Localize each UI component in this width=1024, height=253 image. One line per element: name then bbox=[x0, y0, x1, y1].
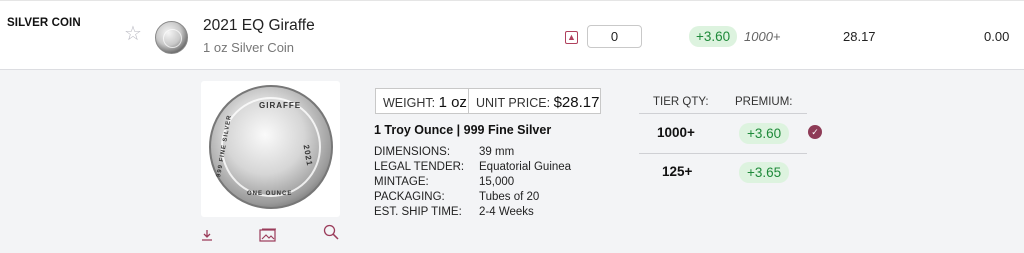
tier-premium-badge: +3.60 bbox=[739, 123, 790, 144]
premium-header: PREMIUM: bbox=[735, 96, 793, 108]
download-icon[interactable] bbox=[200, 228, 214, 244]
spec-label: PACKAGING: bbox=[374, 191, 445, 203]
unit-price-box: UNIT PRICE: $28.17 bbox=[469, 88, 601, 114]
weight-label: WEIGHT: bbox=[383, 96, 436, 110]
product-row: SILVER COIN ☆ 2021 EQ Giraffe 1 oz Silve… bbox=[0, 0, 1024, 70]
spec-label: DIMENSIONS: bbox=[374, 146, 451, 158]
coin-thumbnail[interactable] bbox=[155, 21, 188, 54]
quantity-input[interactable] bbox=[587, 25, 642, 48]
collapse-icon[interactable]: ▲ bbox=[565, 31, 578, 44]
coin-graphic: GIRAFFE 2021 ONE OUNCE 999 FINE SILVER bbox=[209, 85, 333, 209]
spec-value: 15,000 bbox=[479, 176, 515, 188]
coin-image[interactable]: GIRAFFE 2021 ONE OUNCE 999 FINE SILVER bbox=[201, 81, 340, 217]
tier-divider bbox=[639, 113, 807, 114]
image-gallery-icon[interactable] bbox=[259, 228, 277, 244]
star-icon[interactable]: ☆ bbox=[124, 24, 142, 44]
verified-check-icon: ✓ bbox=[808, 125, 822, 139]
tier-premium-badge: +3.65 bbox=[739, 162, 790, 183]
total-value: 0.00 bbox=[984, 29, 1010, 44]
spec-value: 39 mm bbox=[479, 146, 515, 158]
price-value: 28.17 bbox=[843, 29, 876, 44]
coin-engraving-bottom: ONE OUNCE bbox=[247, 191, 293, 197]
unit-price-value: $28.17 bbox=[553, 94, 600, 111]
category-label: SILVER COIN bbox=[7, 17, 81, 29]
spec-value: Tubes of 20 bbox=[479, 191, 540, 203]
weight-box: WEIGHT: 1 oz bbox=[375, 88, 469, 114]
spec-label: EST. SHIP TIME: bbox=[374, 206, 462, 218]
premium-badge: +3.60 bbox=[689, 26, 738, 47]
product-heading: 1 Troy Ounce | 999 Fine Silver bbox=[374, 123, 552, 137]
spec-label: MINTAGE: bbox=[374, 176, 429, 188]
tier-label: 1000+ bbox=[744, 29, 781, 44]
spec-value: Equatorial Guinea bbox=[479, 161, 572, 173]
weight-value: 1 oz bbox=[438, 94, 467, 111]
magnifier-icon[interactable] bbox=[323, 224, 339, 242]
product-name[interactable]: 2021 EQ Giraffe bbox=[203, 17, 315, 35]
spec-value: 2-4 Weeks bbox=[479, 206, 534, 218]
unit-price-label: UNIT PRICE: bbox=[476, 96, 551, 110]
tier-qty: 1000+ bbox=[657, 125, 695, 140]
coin-engraving-top: GIRAFFE bbox=[259, 101, 302, 110]
spec-label: LEGAL TENDER: bbox=[374, 161, 465, 173]
tier-qty: 125+ bbox=[662, 164, 693, 179]
tier-qty-header: TIER QTY: bbox=[653, 96, 709, 108]
product-subtitle: 1 oz Silver Coin bbox=[203, 40, 295, 55]
tier-divider bbox=[639, 153, 807, 154]
